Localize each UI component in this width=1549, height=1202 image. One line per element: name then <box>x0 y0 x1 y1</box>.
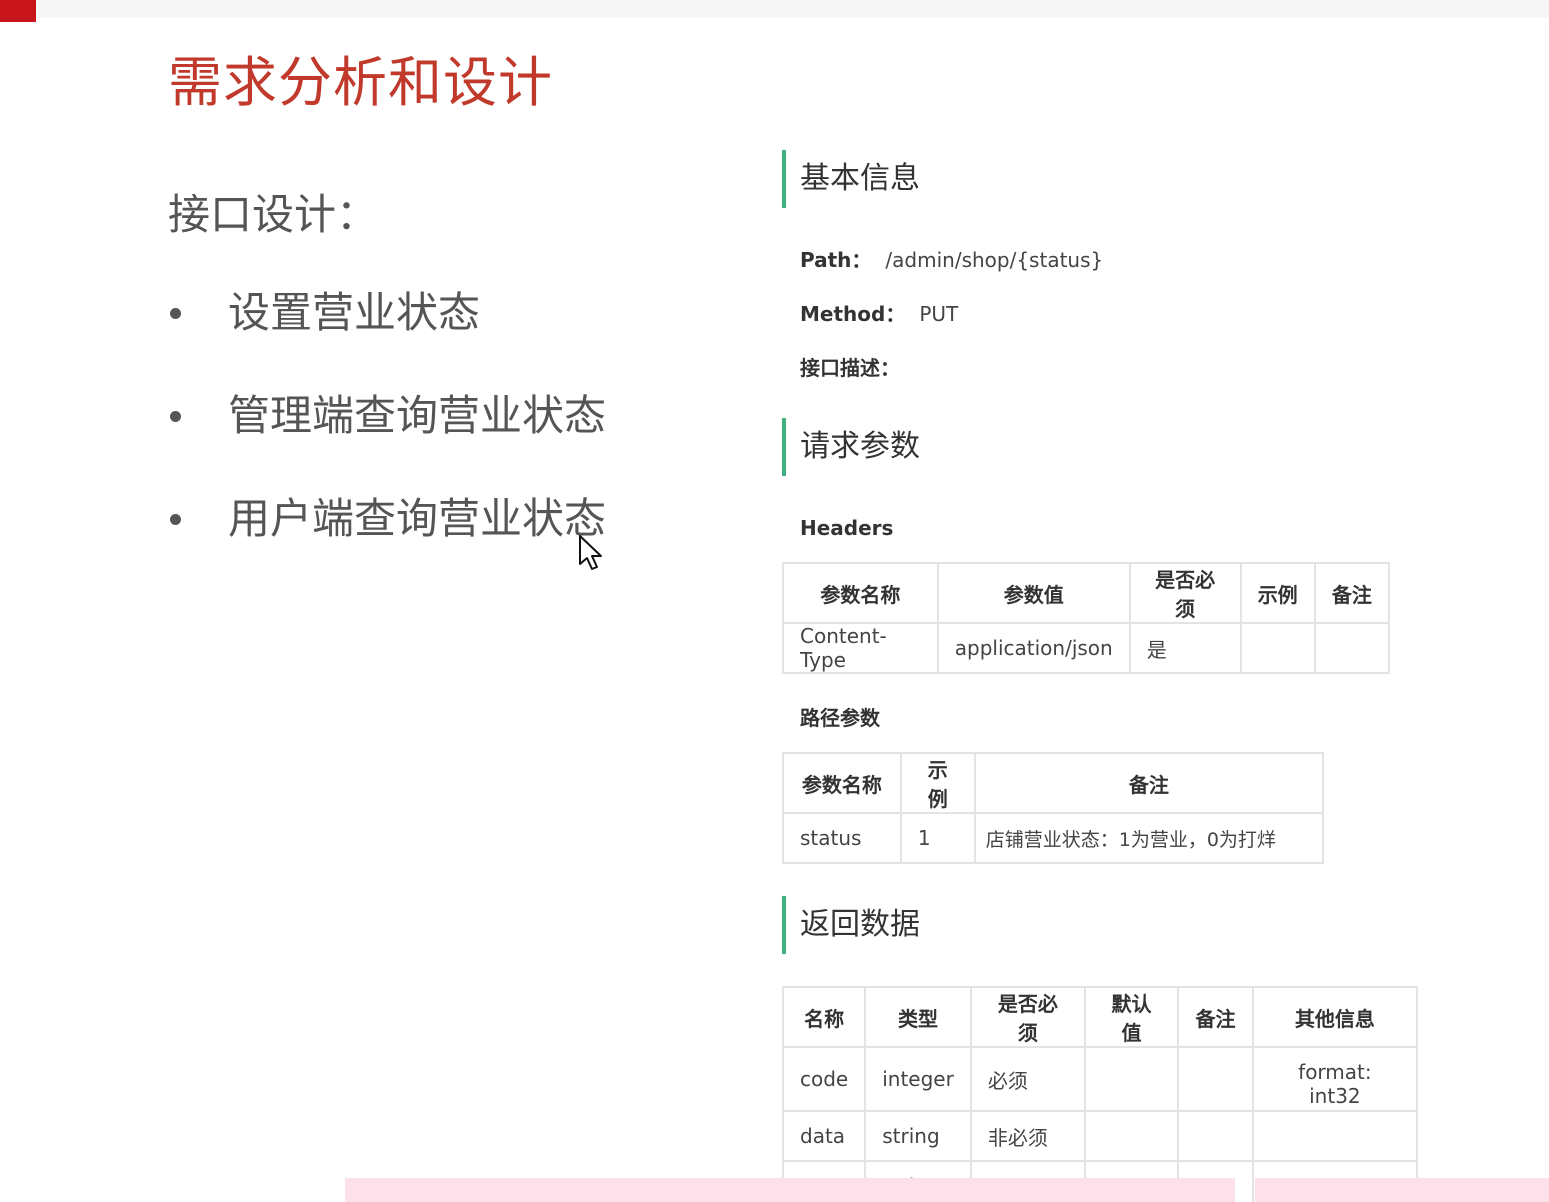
highlight-band <box>1255 1178 1549 1202</box>
table-header-cell: 是否必须 <box>969 986 1086 1048</box>
table-header-cell: 备注 <box>1177 986 1254 1048</box>
description-row: 接口描述： <box>782 354 1522 382</box>
table-cell: string <box>864 1110 972 1162</box>
table-header-cell: 是否必须 <box>1128 562 1242 624</box>
bullet-text: 设置营业状态 <box>228 288 481 337</box>
bullet-item: 设置营业状态 <box>168 284 728 387</box>
table-cell: 店铺营业状态：1为营业，0为打烊 <box>973 812 1325 864</box>
table-header-cell: 备注 <box>1313 562 1391 624</box>
table-header-cell: 参数名称 <box>782 752 902 814</box>
table-cell: 非必须 <box>969 1110 1086 1162</box>
table-row: Content-Type application/json 是 <box>782 622 1391 674</box>
method-row: Method： PUT <box>782 300 1522 328</box>
path-params-label: 路径参数 <box>800 706 880 730</box>
table-row: data string 非必须 <box>781 1110 1419 1162</box>
table-cell: format: int32 <box>1251 1046 1419 1112</box>
table-header-row: 名称 类型 是否必须 默认值 备注 其他信息 <box>781 986 1419 1048</box>
table-cell <box>1083 1046 1180 1112</box>
path-params-table: 参数名称 示例 备注 status 1 店铺营业状态：1为营业，0为打烊 <box>782 752 1325 864</box>
table-cell: status <box>782 812 902 864</box>
description-label: 接口描述： <box>800 356 900 380</box>
path-value: /admin/shop/{status} <box>885 248 1104 272</box>
table-row: code integer 必须 format: int32 <box>781 1046 1419 1112</box>
bullet-item: 用户端查询营业状态 <box>168 490 728 593</box>
mouse-pointer-icon <box>579 535 602 570</box>
table-row: status 1 店铺营业状态：1为营业，0为打烊 <box>782 812 1325 864</box>
bullet-dot-icon <box>170 308 181 319</box>
table-cell: Content-Type <box>782 622 939 674</box>
table-header-cell: 示例 <box>899 752 976 814</box>
section-basic-info: 基本信息 <box>782 150 1522 208</box>
path-row: Path： /admin/shop/{status} <box>782 246 1522 274</box>
table-cell <box>1177 1110 1254 1162</box>
slide-title: 需求分析和设计 <box>168 51 553 114</box>
table-header-cell: 默认值 <box>1083 986 1180 1048</box>
bullet-list: 设置营业状态 管理端查询营业状态 用户端查询营业状态 <box>168 284 728 593</box>
slide-subtitle: 接口设计： <box>168 190 379 239</box>
left-column: 接口设计： 设置营业状态 管理端查询营业状态 用户端查询营业状态 <box>168 186 728 593</box>
headers-table: 参数名称 参数值 是否必须 示例 备注 Content-Type applica… <box>782 562 1391 674</box>
table-header-cell: 示例 <box>1239 562 1316 624</box>
table-cell: integer <box>864 1046 972 1112</box>
table-cell: 是 <box>1128 622 1242 674</box>
table-header-row: 参数名称 参数值 是否必须 示例 备注 <box>782 562 1391 624</box>
table-cell: application/json <box>936 622 1131 674</box>
bullet-dot-icon <box>170 514 181 525</box>
table-header-cell: 备注 <box>973 752 1325 814</box>
table-header-cell: 类型 <box>864 986 972 1048</box>
table-cell <box>1239 622 1316 674</box>
bullet-item: 管理端查询营业状态 <box>168 387 728 490</box>
table-cell: 1 <box>899 812 976 864</box>
table-cell: 必须 <box>969 1046 1086 1112</box>
table-header-cell: 参数名称 <box>782 562 939 624</box>
table-cell: data <box>781 1110 867 1162</box>
headers-label: Headers <box>800 516 894 540</box>
bullet-text: 管理端查询营业状态 <box>228 391 607 440</box>
table-cell <box>1083 1110 1180 1162</box>
table-header-cell: 名称 <box>781 986 867 1048</box>
path-label: Path： <box>800 248 872 272</box>
table-cell <box>1251 1110 1419 1162</box>
section-response-data: 返回数据 <box>782 896 1522 954</box>
api-doc-panel: 基本信息 Path： /admin/shop/{status} Method： PU… <box>781 150 1522 1202</box>
table-cell: code <box>781 1046 867 1112</box>
top-strip <box>0 0 1549 18</box>
method-label: Method： <box>800 302 906 326</box>
bullet-dot-icon <box>170 411 181 422</box>
table-header-row: 参数名称 示例 备注 <box>782 752 1325 814</box>
response-table: 名称 类型 是否必须 默认值 备注 其他信息 code integer 必须 f… <box>781 986 1419 1202</box>
corner-mark <box>0 0 36 22</box>
table-cell <box>1313 622 1391 674</box>
table-header-cell: 其他信息 <box>1251 986 1419 1048</box>
section-request-params: 请求参数 <box>782 418 1522 476</box>
table-cell <box>1177 1046 1254 1112</box>
bullet-text: 用户端查询营业状态 <box>228 494 607 543</box>
highlight-band <box>345 1178 1235 1202</box>
method-value: PUT <box>919 302 959 326</box>
table-header-cell: 参数值 <box>936 562 1131 624</box>
